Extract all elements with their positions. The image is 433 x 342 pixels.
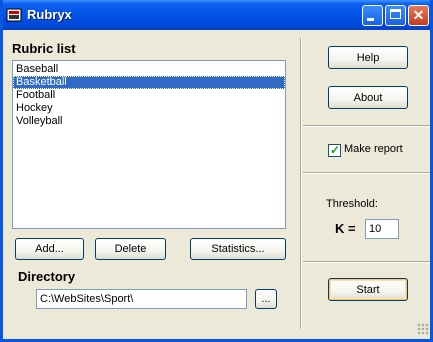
start-button[interactable]: Start	[328, 278, 408, 301]
main-window: Rubryx ✕ Rubric list Baseball Basketball…	[0, 0, 433, 342]
add-button[interactable]: Add...	[15, 238, 84, 260]
horizontal-divider	[303, 125, 430, 127]
list-item[interactable]: Volleyball	[13, 115, 285, 128]
browse-button[interactable]: ...	[255, 289, 277, 309]
minimize-button[interactable]	[362, 5, 383, 26]
window-title: Rubryx	[27, 7, 72, 22]
make-report-checkbox[interactable]: ✓	[328, 144, 341, 157]
list-item-selected[interactable]: Basketball	[13, 76, 285, 89]
resize-grip-icon[interactable]	[417, 323, 429, 335]
list-item[interactable]: Baseball	[13, 63, 285, 76]
delete-button[interactable]: Delete	[95, 238, 166, 260]
close-button[interactable]: ✕	[408, 5, 429, 26]
about-button[interactable]: About	[328, 86, 408, 109]
title-bar[interactable]: Rubryx ✕	[3, 0, 430, 30]
close-icon: ✕	[412, 7, 425, 23]
checkmark-icon: ✓	[330, 143, 341, 157]
k-label: K =	[335, 221, 356, 236]
help-button[interactable]: Help	[328, 46, 408, 69]
threshold-label: Threshold:	[326, 198, 378, 210]
rubric-list[interactable]: Baseball Basketball Football Hockey Voll…	[12, 60, 286, 229]
statistics-button[interactable]: Statistics...	[190, 238, 286, 260]
app-icon	[6, 8, 22, 22]
directory-input[interactable]	[36, 289, 247, 309]
list-item[interactable]: Football	[13, 89, 285, 102]
horizontal-divider	[303, 261, 430, 263]
rubric-list-label: Rubric list	[12, 41, 76, 56]
minimize-icon	[367, 18, 374, 21]
threshold-k-input[interactable]	[365, 219, 399, 239]
make-report-label[interactable]: Make report	[344, 143, 403, 155]
vertical-divider	[300, 38, 302, 329]
directory-label: Directory	[18, 269, 76, 284]
list-item[interactable]: Hockey	[13, 102, 285, 115]
maximize-icon	[390, 9, 401, 19]
horizontal-divider	[303, 172, 430, 174]
maximize-button[interactable]	[385, 5, 406, 26]
